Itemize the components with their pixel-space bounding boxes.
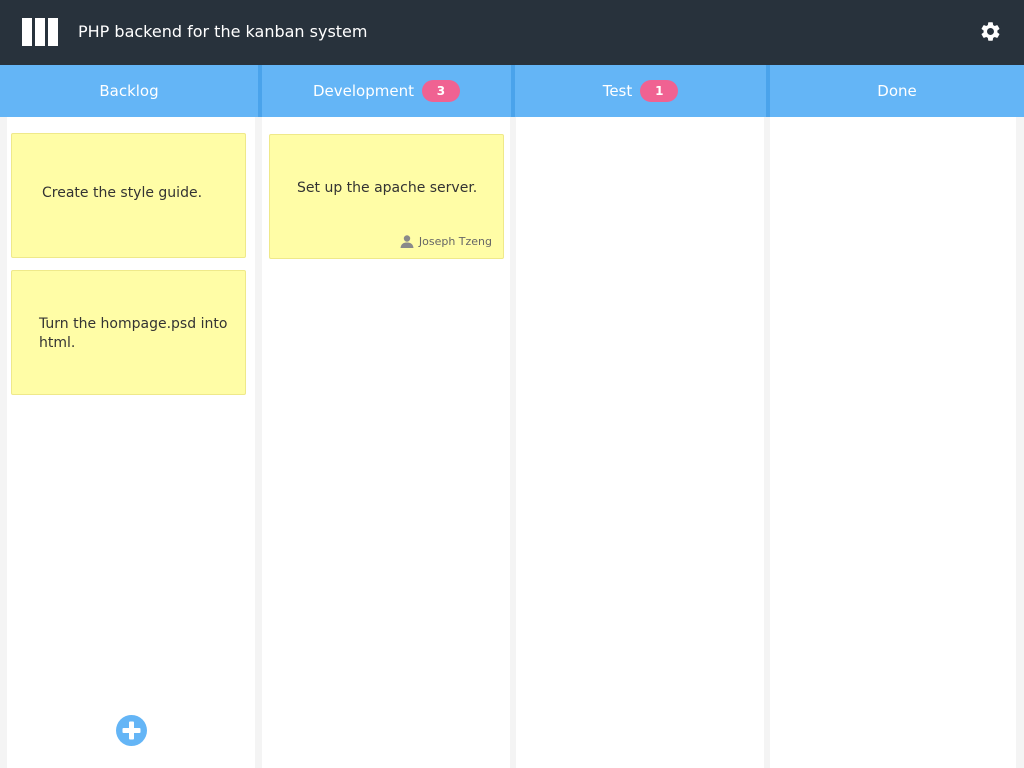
top-bar: PHP backend for the kanban system (0, 0, 1024, 65)
gear-icon[interactable] (979, 20, 1002, 43)
user-icon (400, 235, 414, 248)
column-done (770, 117, 1016, 768)
card-owner: Joseph Tzeng (400, 232, 492, 251)
column-title: Done (877, 82, 917, 100)
board-columns-icon[interactable] (22, 18, 58, 46)
plus-circle-icon[interactable] (116, 715, 147, 746)
column-title: Test (602, 82, 633, 100)
task-card[interactable]: Create the style guide. (11, 133, 246, 258)
card-count-badge: 3 (421, 80, 460, 102)
owner-name: Joseph Tzeng (418, 235, 492, 248)
card-text: Set up the apache server. (297, 180, 478, 196)
card-count-badge: 1 (640, 80, 679, 102)
column-test (516, 117, 764, 768)
column-header-done[interactable]: Done (770, 65, 1024, 117)
card-text: Turn the hompage.psd into html. (39, 316, 228, 351)
app-title: PHP backend for the kanban system (78, 22, 368, 41)
column-header-development[interactable]: Development 3 (262, 65, 511, 117)
column-header-test[interactable]: Test 1 (515, 65, 766, 117)
task-card[interactable]: Set up the apache server. Joseph Tzeng (269, 134, 504, 259)
card-text: Create the style guide. (42, 185, 203, 201)
column-header-backlog[interactable]: Backlog (0, 65, 258, 117)
task-card[interactable]: Turn the hompage.psd into html. (11, 270, 246, 395)
column-title: Backlog (99, 82, 159, 100)
column-title: Development (313, 82, 414, 100)
